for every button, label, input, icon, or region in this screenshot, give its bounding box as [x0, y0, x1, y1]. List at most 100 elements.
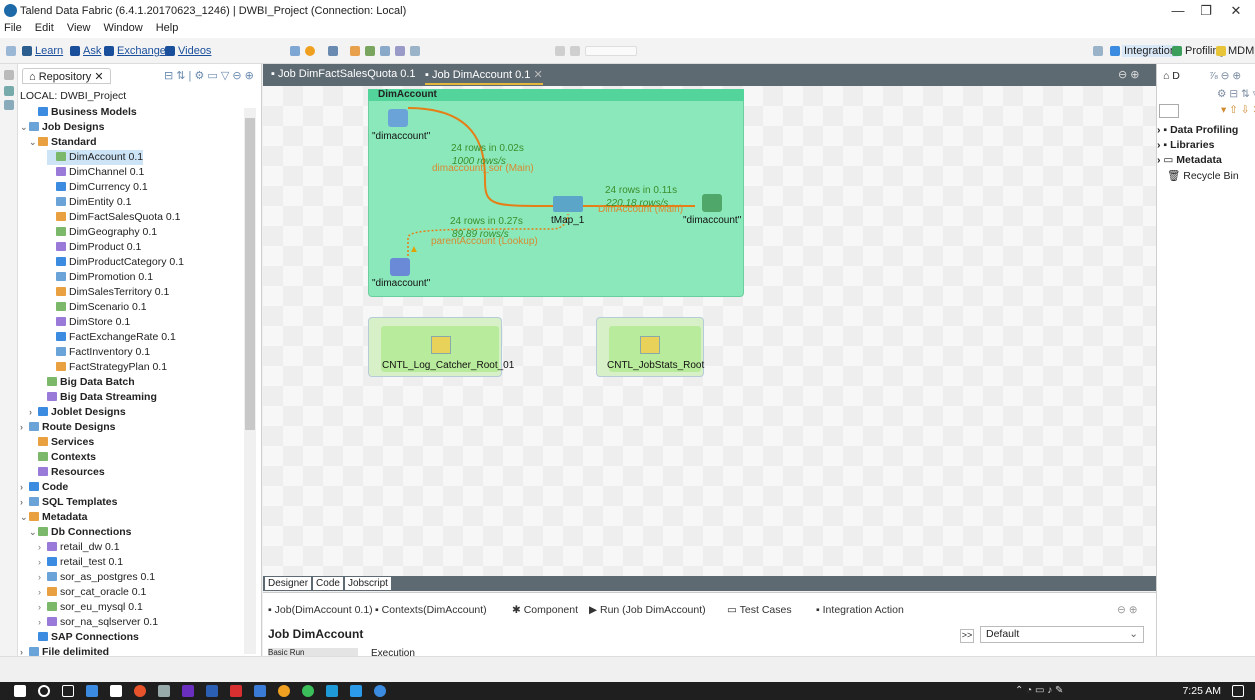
tree-item[interactable]: SAP Connections	[29, 630, 139, 645]
taskbar-word-icon[interactable]	[206, 685, 218, 697]
tree-item[interactable]: › Code	[20, 480, 68, 495]
taskbar-acrobat-icon[interactable]	[230, 685, 242, 697]
tab-job-properties[interactable]: ▪ Job(DimAccount 0.1)	[268, 604, 373, 616]
log-catcher-icon[interactable]	[431, 336, 451, 354]
right-panel-icons[interactable]: ⅞ ⊖ ⊕	[1209, 70, 1241, 82]
tree-item[interactable]: › Joblet Designs	[29, 405, 126, 420]
open-perspective-icon[interactable]	[1093, 46, 1103, 56]
ask-link[interactable]: Ask	[83, 45, 101, 57]
bottom-minmax-icons[interactable]: ⊖ ⊕	[1117, 604, 1138, 616]
chevron-right-icon[interactable]: ›	[20, 480, 29, 495]
learn-link[interactable]: Learn	[35, 45, 63, 57]
tree-item[interactable]: DimChannel 0.1	[47, 165, 144, 180]
menu-help[interactable]: Help	[156, 22, 179, 34]
tree-item[interactable]: › sor_cat_oracle 0.1	[38, 585, 146, 600]
chevron-right-icon[interactable]: ›	[29, 405, 38, 420]
settings-icon[interactable]	[410, 46, 420, 56]
chevron-right-icon[interactable]: ›	[38, 555, 47, 570]
toolbar-save-icon[interactable]	[6, 46, 16, 56]
tab-code[interactable]: Code	[313, 577, 343, 590]
minimize-button[interactable]: —	[1168, 3, 1188, 18]
chevron-right-icon[interactable]: ›	[38, 585, 47, 600]
tree-item[interactable]: ⌄ Metadata	[20, 510, 88, 525]
outline-icon[interactable]	[4, 70, 14, 80]
chevron-right-icon[interactable]: ›	[38, 615, 47, 630]
menu-file[interactable]: File	[4, 22, 22, 34]
tree-item[interactable]: ⌄ Db Connections	[29, 525, 132, 540]
perspective-integration[interactable]: Integration	[1122, 45, 1178, 57]
tree-item[interactable]: ⌄ Job Designs	[20, 120, 104, 135]
right-item-libraries[interactable]: › ▪ Libraries	[1157, 139, 1214, 151]
warning-icon[interactable]: ▲	[409, 244, 419, 255]
job-icon[interactable]	[328, 46, 338, 56]
tree-item[interactable]: › SQL Templates	[20, 495, 117, 510]
tree-item[interactable]: DimPromotion 0.1	[47, 270, 153, 285]
right-action-icons[interactable]: ▾ ⇧ ⇩ ✕	[1221, 104, 1255, 116]
tree-item[interactable]: DimSalesTerritory 0.1	[47, 285, 169, 300]
basic-run-tab[interactable]: Basic Run	[268, 648, 358, 656]
code-view-icon[interactable]	[4, 100, 14, 110]
tree-item[interactable]: Services	[29, 435, 94, 450]
context-select[interactable]: Default ⌄	[980, 626, 1144, 643]
tab-component[interactable]: ✱ Component	[512, 604, 578, 616]
log-catcher-subjob[interactable]: CNTL_Log_Catcher_Root_01	[368, 317, 514, 377]
tree-item[interactable]: DimProductCategory 0.1	[47, 255, 184, 270]
chevron-right-icon[interactable]: ›	[20, 495, 29, 510]
tree-item[interactable]: DimAccount 0.1	[47, 150, 144, 165]
expand-button[interactable]: >>	[960, 629, 974, 643]
videos-link[interactable]: Videos	[178, 45, 211, 57]
exchange-link[interactable]: Exchange	[117, 45, 166, 57]
right-item-recycle-bin[interactable]: 🗑 Recycle Bin	[1167, 169, 1239, 182]
menu-edit[interactable]: Edit	[35, 22, 54, 34]
tree-item[interactable]: › retail_test 0.1	[38, 555, 123, 570]
chevron-down-icon[interactable]: ⌄	[29, 525, 38, 540]
tree-item[interactable]: Contexts	[29, 450, 96, 465]
palette-icon[interactable]	[4, 86, 14, 96]
maximize-button[interactable]: ❐	[1196, 3, 1216, 19]
right-item-metadata[interactable]: › ▭ Metadata	[1157, 154, 1222, 166]
db-icon[interactable]	[395, 46, 405, 56]
tree-item[interactable]: › sor_na_sqlserver 0.1	[38, 615, 158, 630]
right-toolbar-icons[interactable]: ⚙ ⊟ ⇅ ▿	[1217, 88, 1255, 100]
pencil-icon[interactable]	[350, 46, 360, 56]
close-tab-icon[interactable]: ✕	[533, 69, 542, 81]
notification-icon[interactable]	[1232, 685, 1244, 697]
tree-item[interactable]: DimFactSalesQuota 0.1	[47, 210, 180, 225]
taskbar-app-icon[interactable]	[182, 685, 194, 697]
tree-item[interactable]: DimGeography 0.1	[47, 225, 157, 240]
tree-item[interactable]: DimCurrency 0.1	[47, 180, 148, 195]
chevron-right-icon[interactable]: ›	[38, 570, 47, 585]
perspective-mdm[interactable]: MDM	[1228, 45, 1254, 57]
taskbar-skype-icon[interactable]	[326, 685, 338, 697]
taskbar-app-icon[interactable]	[86, 685, 98, 697]
tree-item[interactable]: Big Data Batch	[38, 375, 135, 390]
right-item-data-profiling[interactable]: › ▪ Data Profiling	[1157, 124, 1238, 136]
repository-tab[interactable]: ⌂ Repository ✕	[22, 68, 111, 84]
tree-item[interactable]: ⌄ Standard	[29, 135, 97, 150]
tab-jobscript[interactable]: Jobscript	[344, 577, 391, 590]
tab-job-dimaccount[interactable]: ▪ Job DimAccount 0.1 ✕	[425, 68, 543, 85]
repository-scroll-thumb[interactable]	[245, 118, 255, 430]
chevron-right-icon[interactable]: ›	[20, 420, 29, 435]
tree-item[interactable]: DimEntity 0.1	[47, 195, 131, 210]
taskbar-app-icon[interactable]	[302, 685, 314, 697]
tree-item[interactable]: DimProduct 0.1	[47, 240, 141, 255]
taskbar-app-icon[interactable]	[158, 685, 170, 697]
tree-item[interactable]: Big Data Streaming	[38, 390, 157, 405]
tmap-icon[interactable]	[553, 196, 583, 212]
zoom-select[interactable]	[585, 46, 637, 56]
tree-item[interactable]: DimStore 0.1	[47, 315, 130, 330]
tree-item[interactable]: DimScenario 0.1	[47, 300, 147, 315]
redo-icon[interactable]	[570, 46, 580, 56]
chevron-right-icon[interactable]: ›	[38, 540, 47, 555]
menu-view[interactable]: View	[67, 22, 91, 34]
tab-job-dimfactsalesquota[interactable]: ▪ Job DimFactSalesQuota 0.1	[271, 68, 416, 80]
input-db-icon[interactable]	[388, 109, 408, 127]
tab-contexts[interactable]: ▪ Contexts(DimAccount)	[375, 604, 487, 616]
start-icon[interactable]	[14, 685, 26, 697]
chevron-down-icon[interactable]: ⌄	[20, 120, 29, 135]
tree-item[interactable]: › sor_as_postgres 0.1	[38, 570, 155, 585]
run-icon[interactable]	[305, 46, 315, 56]
tree-item[interactable]: FactInventory 0.1	[47, 345, 150, 360]
tab-run[interactable]: ▶ Run (Job DimAccount)	[589, 604, 706, 616]
